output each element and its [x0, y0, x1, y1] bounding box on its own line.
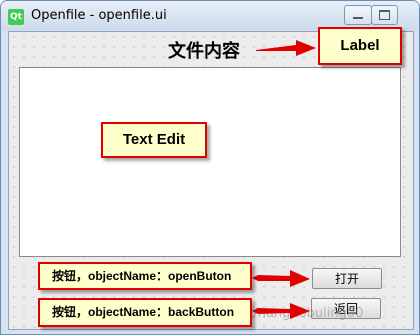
label-annotation: Label	[318, 27, 402, 65]
back-button-annotation: 按钮，objectName：backButton	[38, 298, 252, 327]
arrow-to-open-button	[252, 270, 310, 287]
arrow-to-label	[256, 40, 316, 56]
open-button-annotation: 按钮，objectName：openButon	[38, 262, 252, 290]
text-edit-annotation: Text Edit	[101, 122, 207, 158]
arrow-to-back-button	[252, 303, 310, 319]
